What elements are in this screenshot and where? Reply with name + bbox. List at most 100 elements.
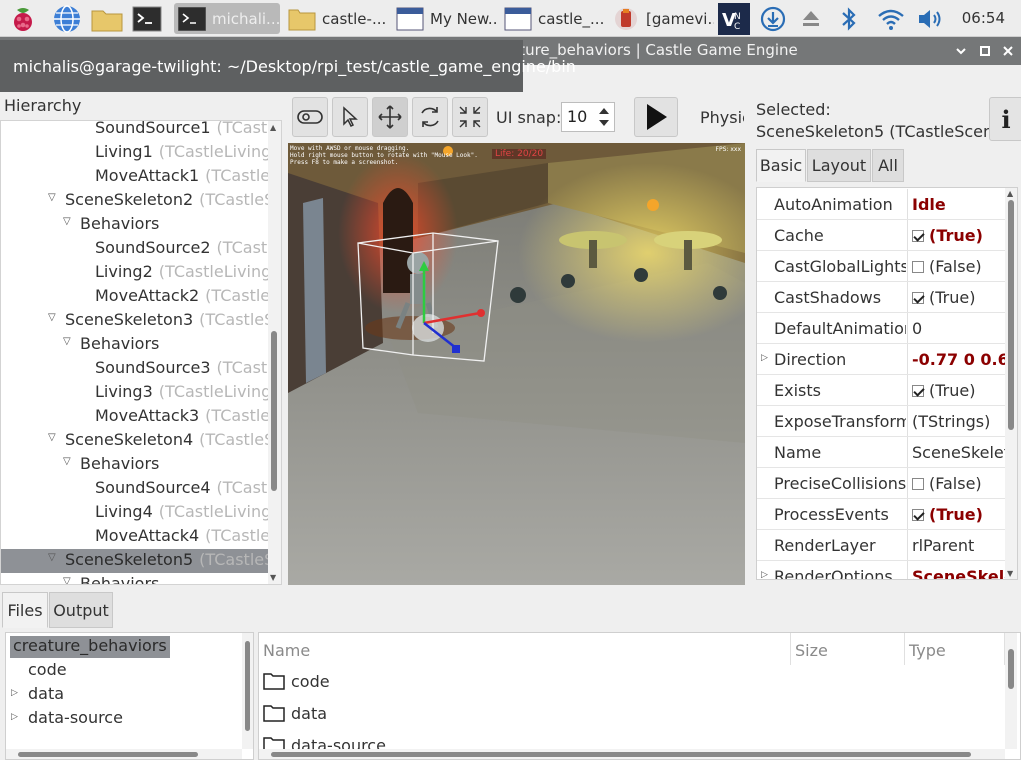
task-castle-editor[interactable]: castle_... — [500, 3, 606, 34]
scroll-up-icon[interactable]: ▲ — [1007, 189, 1013, 198]
property-value[interactable]: (True) — [907, 375, 1005, 405]
collapse-icon[interactable]: ▽ — [48, 552, 56, 563]
property-row[interactable]: ProcessEvents (True) — [757, 499, 1005, 530]
task-my-new[interactable]: My New... — [392, 3, 498, 34]
folder-tree[interactable]: creature_behaviors code ▷ data ▷ data-so… — [5, 632, 254, 760]
rotate-mode-button[interactable] — [412, 97, 448, 137]
hierarchy-row[interactable]: Living4 (TCastleLiving) — [1, 501, 268, 525]
property-row[interactable]: CastGlobalLights (False) — [757, 251, 1005, 282]
property-value[interactable]: (True) — [907, 282, 1005, 312]
property-value[interactable]: rlParent — [907, 530, 1005, 560]
task-game-viewer[interactable]: [gamevi... — [608, 3, 714, 34]
file-list-scrollbar[interactable] — [1005, 633, 1017, 749]
download-icon[interactable] — [760, 6, 786, 32]
expand-icon[interactable]: ▷ — [11, 688, 18, 698]
hierarchy-row[interactable]: ▽ SceneSkeleton5 (TCastleScene) — [1, 549, 268, 573]
collapse-icon[interactable]: ▽ — [63, 336, 71, 347]
physics-label[interactable]: Physics — [700, 108, 744, 127]
checkbox-checked-icon[interactable] — [912, 385, 924, 397]
expand-icon[interactable]: ▷ — [11, 712, 18, 722]
web-browser-icon[interactable] — [52, 4, 82, 34]
property-row[interactable]: Cache (True) — [757, 220, 1005, 251]
vnc-icon[interactable]: VNC — [718, 3, 750, 35]
bluetooth-icon[interactable] — [836, 6, 862, 32]
tab-output[interactable]: Output — [49, 592, 113, 628]
properties-grid[interactable]: AutoAnimation Idle Cache (True) CastGlobalLi… — [756, 187, 1018, 580]
property-value[interactable]: -0.77 0 0.64 — [907, 344, 1005, 374]
property-row[interactable]: Name SceneSkeleton5 — [757, 437, 1005, 468]
interact-mode-button[interactable] — [292, 97, 328, 137]
folder-data-source[interactable]: data-source — [28, 708, 123, 730]
eject-icon[interactable] — [798, 6, 824, 32]
volume-icon[interactable] — [916, 6, 946, 32]
property-row[interactable]: CastShadows (True) — [757, 282, 1005, 313]
checkbox-checked-icon[interactable] — [912, 292, 924, 304]
collapse-icon[interactable]: ▽ — [63, 576, 71, 584]
property-value[interactable]: 0 — [907, 313, 1005, 343]
folder-tree-hscrollbar[interactable] — [6, 749, 242, 759]
hierarchy-row[interactable]: SoundSource2 (TCastleSoundSource) — [1, 237, 268, 261]
scale-mode-button[interactable] — [452, 97, 488, 137]
task-terminal[interactable]: michali... — [174, 3, 280, 34]
property-row[interactable]: Exists (True) — [757, 375, 1005, 406]
hierarchy-row[interactable]: ▽ Behaviors — [1, 573, 268, 584]
column-name[interactable]: Name — [259, 633, 791, 665]
hierarchy-row[interactable]: Living1 (TCastleLiving) — [1, 141, 268, 165]
properties-scrollbar[interactable]: ▲ ▼ — [1005, 188, 1017, 579]
hierarchy-row[interactable]: Living2 (TCastleLiving) — [1, 261, 268, 285]
scroll-up-icon[interactable]: ▲ — [270, 123, 276, 132]
spin-up-icon[interactable] — [599, 108, 609, 114]
property-value[interactable]: SceneSkeleton5 — [907, 561, 1005, 579]
terminal-launcher-icon[interactable] — [132, 4, 162, 34]
property-value[interactable]: (True) — [907, 499, 1005, 529]
hierarchy-row[interactable]: ▽ Behaviors — [1, 333, 268, 357]
collapse-icon[interactable]: ▽ — [48, 432, 56, 443]
collapse-icon[interactable]: ▽ — [48, 312, 56, 323]
scroll-down-icon[interactable]: ▼ — [270, 573, 276, 582]
hierarchy-row[interactable]: SoundSource3 (TCastleSoundSource) — [1, 357, 268, 381]
property-row[interactable]: RenderLayer rlParent — [757, 530, 1005, 561]
hierarchy-scrollbar[interactable]: ▲ ▼ — [268, 121, 281, 584]
properties-scroll-thumb[interactable] — [1008, 200, 1014, 430]
expand-icon[interactable]: ▷ — [761, 353, 768, 363]
collapse-icon[interactable]: ▽ — [63, 216, 71, 227]
property-row[interactable]: ▷ RenderOptions SceneSkeleton5 — [757, 561, 1005, 579]
checkbox-unchecked-icon[interactable] — [912, 261, 924, 273]
file-list-hscrollbar[interactable] — [259, 749, 1005, 759]
ui-snap-spinner[interactable] — [594, 103, 614, 131]
hierarchy-row[interactable]: MoveAttack2 (TCastleMoveAttack) — [1, 285, 268, 309]
file-row[interactable]: code — [263, 666, 330, 696]
maximize-button[interactable] — [976, 42, 994, 60]
checkbox-checked-icon[interactable] — [912, 509, 924, 521]
tab-files[interactable]: Files — [2, 592, 48, 628]
hierarchy-row[interactable]: ▽ Behaviors — [1, 213, 268, 237]
hierarchy-tree[interactable]: SoundSource1 (TCastleSoundSource) Living1 (… — [0, 120, 282, 585]
folder-tree-scroll-thumb[interactable] — [245, 641, 250, 731]
hierarchy-row[interactable]: ▽ SceneSkeleton4 (TCastleScene) — [1, 429, 268, 453]
property-row[interactable]: ▷ Direction -0.77 0 0.64 — [757, 344, 1005, 375]
folder-code[interactable]: code — [28, 660, 67, 682]
file-list[interactable]: Name Size Type code data data-source — [258, 632, 1021, 760]
property-row[interactable]: PreciseCollisions (False) — [757, 468, 1005, 499]
file-manager-icon[interactable] — [90, 4, 123, 34]
folder-data[interactable]: data — [28, 684, 64, 706]
hierarchy-row[interactable]: SoundSource4 (TCastleSoundSource) — [1, 477, 268, 501]
translate-mode-button[interactable] — [372, 97, 408, 137]
folder-tree-scrollbar[interactable] — [242, 633, 253, 749]
play-button[interactable] — [634, 97, 678, 137]
folder-creature-behaviors[interactable]: creature_behaviors — [10, 636, 170, 658]
hierarchy-scroll-thumb[interactable] — [271, 331, 277, 491]
folder-tree-hscroll-thumb[interactable] — [18, 752, 198, 757]
hierarchy-row[interactable]: ▽ SceneSkeleton3 (TCastleScene) — [1, 309, 268, 333]
collapse-icon[interactable]: ▽ — [48, 192, 56, 203]
property-row[interactable]: DefaultAnimationTransition 0 — [757, 313, 1005, 344]
property-value[interactable]: SceneSkeleton5 — [907, 437, 1005, 467]
spin-down-icon[interactable] — [599, 120, 609, 126]
hierarchy-row[interactable]: SoundSource1 (TCastleSoundSource) — [1, 121, 268, 141]
tab-basic[interactable]: Basic — [756, 149, 806, 182]
property-value[interactable]: (True) — [907, 220, 1005, 250]
checkbox-checked-icon[interactable] — [912, 230, 924, 242]
property-row[interactable]: AutoAnimation Idle — [757, 189, 1005, 220]
file-list-hscroll-thumb[interactable] — [271, 752, 971, 757]
3d-viewport[interactable]: Move with AWSD or mouse dragging. Hold r… — [288, 143, 745, 585]
